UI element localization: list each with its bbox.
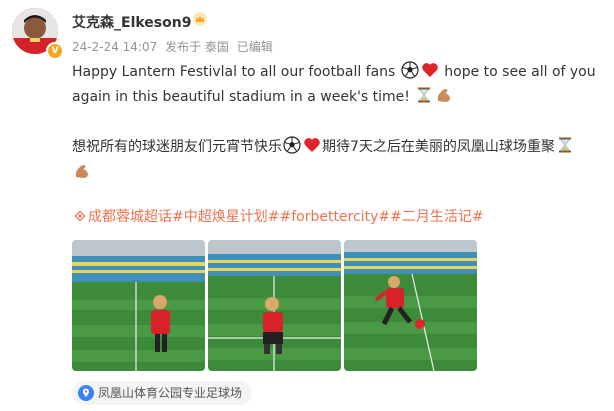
- post-text-english: Happy Lantern Festivlal to all our footb…: [72, 60, 612, 110]
- post-zh-line1-mid: 期待7天之后在美丽的凤凰山球场重聚: [322, 139, 555, 155]
- child-on-pitch-photo-1[interactable]: [72, 240, 205, 371]
- hourglass-icon: [418, 87, 431, 103]
- location-pin-icon: [78, 385, 94, 401]
- super-topic-icon: [74, 210, 86, 222]
- crown-icon: [193, 12, 207, 26]
- tag-forbettercity[interactable]: #forbettercity#: [279, 209, 390, 225]
- hashtags: 成都蓉城超话#中超焕星计划##forbettercity##二月生活记#: [72, 206, 484, 226]
- tag-csl-star-plan[interactable]: #中超焕星计划#: [172, 209, 279, 225]
- post-zh-line1: 想祝所有的球迷朋友们元宵节快乐: [72, 139, 282, 155]
- verified-badge-icon: V: [46, 42, 64, 60]
- post-text-chinese: 想祝所有的球迷朋友们元宵节快乐 期待7天之后在美丽的凤凰山球场重聚: [72, 134, 612, 186]
- red-heart-icon: [422, 63, 438, 77]
- child-on-pitch-photo-2[interactable]: [208, 240, 341, 371]
- location-label: 凤凰山体育公园专业足球场: [98, 386, 243, 400]
- tag-chengdu-rongcheng[interactable]: 成都蓉城超话: [88, 209, 172, 225]
- post-meta: 24-2-24 14:07 发布于 泰国 已编辑: [72, 38, 277, 55]
- tag-february-life[interactable]: #二月生活记#: [390, 209, 483, 225]
- red-heart-icon: [304, 138, 320, 152]
- flexed-biceps-icon: [438, 89, 451, 102]
- soccer-ball-icon: [283, 136, 301, 154]
- flexed-biceps-icon: [75, 165, 88, 178]
- post-source: 发布于 泰国: [165, 40, 229, 54]
- edited-label[interactable]: 已编辑: [237, 40, 273, 54]
- post-en-line1: Happy Lantern Festivlal to all our footb…: [72, 64, 396, 80]
- location-tag[interactable]: 凤凰山体育公园专业足球场: [72, 381, 253, 405]
- child-kicking-ball-photo-3[interactable]: [344, 240, 477, 371]
- hourglass-icon: [558, 137, 571, 153]
- username[interactable]: 艾克森_Elkeson9: [72, 12, 191, 32]
- post-en-line1-tail: hope to see all of you: [444, 64, 596, 80]
- soccer-ball-icon: [401, 61, 419, 79]
- post-date[interactable]: 24-2-24 14:07: [72, 40, 157, 54]
- post-en-line2: again in this beautiful stadium in a wee…: [72, 89, 410, 105]
